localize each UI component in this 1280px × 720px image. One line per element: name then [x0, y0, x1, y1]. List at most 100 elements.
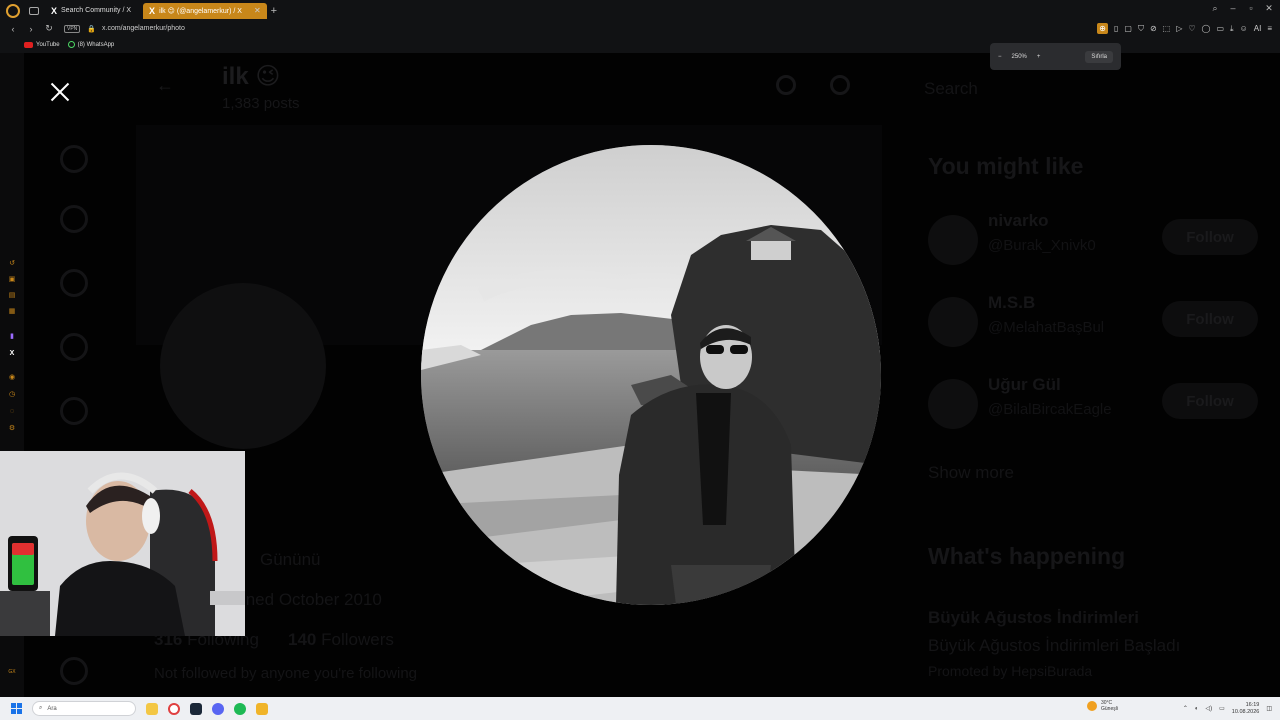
notifications-icon[interactable]: ◫ [1266, 705, 1272, 712]
maximize-icon[interactable]: ▫ [1246, 3, 1256, 14]
vpn-badge[interactable]: VPN [64, 24, 81, 33]
tab-profile-active[interactable]: X ilk 😉 (@angelamerkur) / X ✕ [143, 2, 267, 19]
zoom-indicator-icon[interactable]: ⊕ [1096, 23, 1108, 34]
bio-text: Gününü [260, 550, 321, 569]
shield-icon[interactable]: ⛉ [1138, 24, 1144, 34]
happening-title: What's happening [928, 543, 1126, 569]
suggestion-card[interactable]: M.S.B @MelahatBaşBul Follow [928, 293, 1258, 353]
network-icon[interactable]: ◐ [1195, 706, 1199, 712]
play-icon[interactable]: ▷ [1176, 24, 1182, 33]
avatar [928, 215, 978, 265]
bookmark-icon[interactable]: ▯ [1114, 24, 1118, 33]
explore-icon[interactable] [60, 205, 88, 233]
followers-count: 140 [288, 630, 317, 649]
trend-title[interactable]: Büyük Ağustos İndirimleri [928, 608, 1139, 628]
play-panel-icon[interactable]: ◉ [7, 373, 17, 383]
adblock-icon[interactable]: ⊘ [1150, 24, 1157, 33]
back-icon[interactable]: ‹ [8, 24, 18, 34]
zoom-popup: − 250% + Sıfırla [990, 43, 1121, 70]
zoom-reset-button[interactable]: Sıfırla [1085, 50, 1113, 63]
minimize-icon[interactable]: – [1228, 3, 1238, 14]
settings-icon[interactable]: ⚙ [7, 424, 17, 434]
weather-desc: Güneşli [1101, 706, 1118, 712]
history-icon[interactable]: ↺ [7, 259, 17, 269]
new-tab-button[interactable]: + [271, 5, 277, 17]
download-icon[interactable]: ⤓ [1230, 24, 1234, 34]
browser-logo-icon[interactable] [6, 3, 20, 18]
forward-icon[interactable]: › [26, 24, 36, 34]
suggestion-handle: @Burak_Xnivk0 [988, 237, 1096, 254]
bookmark-whatsapp[interactable]: (8) WhatsApp [67, 41, 114, 48]
discord-icon[interactable] [212, 702, 224, 715]
steam-icon[interactable] [190, 702, 202, 715]
battery-icon[interactable]: ▭ [1219, 705, 1225, 712]
notes-icon[interactable]: ▦ [7, 307, 17, 317]
windows-start-icon[interactable] [11, 703, 22, 714]
folder-icon[interactable] [256, 702, 268, 715]
follow-button[interactable]: Follow [1162, 383, 1258, 419]
message-icon[interactable]: ◌ [7, 407, 17, 417]
streamer-webcam-image [0, 451, 245, 636]
follow-button[interactable]: Follow [1162, 219, 1258, 255]
profile-avatar[interactable] [160, 283, 326, 449]
profile-icon[interactable]: ☺ [1240, 24, 1248, 33]
wallet-icon[interactable]: ▭ [1216, 24, 1224, 33]
tab-label: Search Community / X [61, 7, 132, 14]
lock-panel-icon[interactable]: ▣ [7, 275, 17, 285]
follow-button[interactable]: Follow [1162, 301, 1258, 337]
grok-icon[interactable] [776, 75, 796, 95]
clock-icon[interactable]: ◷ [7, 390, 17, 400]
messages-icon[interactable] [60, 397, 88, 425]
search-tabs-icon[interactable]: ⌕ [1210, 3, 1220, 14]
compose-icon[interactable] [60, 657, 88, 685]
wallet-panel-icon[interactable]: ▤ [7, 291, 17, 301]
follow-icon[interactable] [60, 333, 88, 361]
close-icon[interactable] [46, 78, 74, 106]
home-icon[interactable] [60, 145, 88, 173]
notifications-icon[interactable] [60, 269, 88, 297]
reload-icon[interactable]: ↻ [44, 23, 54, 34]
tab-bar: X Search Community / X X ilk 😉 (@angelam… [0, 0, 1280, 21]
bookmark-label: YouTube [36, 41, 60, 48]
gx-icon[interactable]: GX [7, 667, 17, 677]
tray-overflow-icon[interactable]: ⌃ [1183, 705, 1188, 712]
tab-label: ilk 😉 (@angelamerkur) / X [159, 7, 242, 15]
followers-label: Followers [321, 630, 394, 649]
snapshot-icon[interactable]: ▢ [1124, 24, 1132, 33]
show-more-link[interactable]: Show more [928, 463, 1014, 483]
extensions-icon[interactable]: ⬚ [1163, 24, 1171, 33]
weather-widget[interactable]: 30°C Güneşli [1087, 700, 1118, 712]
search-input[interactable]: Search [924, 79, 978, 99]
chat-icon[interactable]: ◯ [1202, 24, 1211, 33]
suggestion-card[interactable]: nivarko @Burak_Xnivk0 Follow [928, 211, 1258, 271]
tab-sidebar-toggle-icon[interactable] [29, 6, 39, 15]
tab-close-icon[interactable]: ✕ [254, 6, 261, 15]
taskbar-search-input[interactable]: ⌕ Ara [32, 701, 136, 716]
followers-stat[interactable]: 140 Followers [288, 630, 394, 650]
search-icon[interactable] [830, 75, 850, 95]
might-like-title: You might like [928, 153, 1084, 179]
file-explorer-icon[interactable] [146, 702, 158, 715]
suggestion-card[interactable]: Uğur Gül @BilalBircakEagle Follow [928, 375, 1258, 435]
clock-time: 16:19 [1245, 701, 1260, 708]
tab-search-community[interactable]: X Search Community / X [45, 3, 137, 19]
back-arrow-icon[interactable]: ← [156, 75, 174, 96]
url-field[interactable]: x.com/angelamerkur/photo [102, 25, 185, 32]
menu-icon[interactable]: ≡ [1267, 24, 1272, 33]
ai-icon[interactable]: AI [1254, 24, 1262, 33]
trend-subtitle: Büyük Ağustos İndirimleri Başladı [928, 636, 1181, 655]
bookmark-youtube[interactable]: YouTube [24, 41, 60, 48]
heart-icon[interactable]: ♡ [1188, 24, 1195, 33]
close-window-icon[interactable]: ✕ [1264, 3, 1274, 14]
spotify-icon[interactable] [234, 702, 246, 715]
x-sidebar-icon[interactable]: X [7, 349, 17, 359]
zoom-in-button[interactable]: + [1037, 54, 1041, 60]
suggestion-name: Uğur Gül [988, 375, 1061, 394]
zoom-out-button[interactable]: − [998, 54, 1002, 60]
lock-icon[interactable]: 🔒 [87, 25, 96, 33]
twitch-icon[interactable]: ▮ [7, 332, 17, 342]
suggestion-handle: @BilalBircakEagle [988, 401, 1112, 418]
opera-gx-icon[interactable] [168, 702, 180, 715]
volume-icon[interactable]: ◁) [1206, 705, 1213, 712]
clock[interactable]: 16:19 10.08.2026 [1232, 702, 1260, 716]
